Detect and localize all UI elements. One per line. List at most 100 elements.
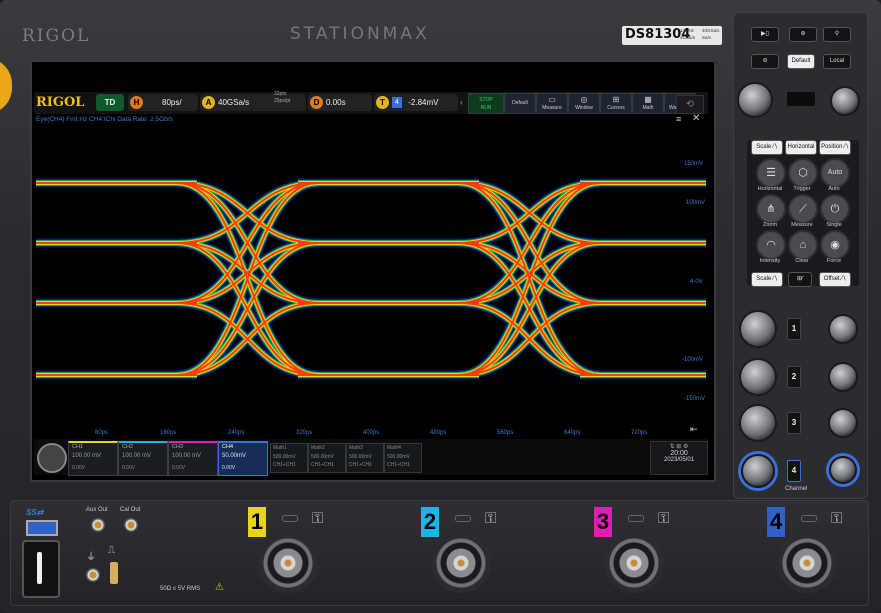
usb-port[interactable]: [26, 520, 58, 536]
channel-1-key[interactable]: 1: [787, 318, 801, 340]
ch3-offset-knob[interactable]: [828, 408, 858, 438]
channel-2-input[interactable]: [431, 533, 491, 593]
touch-icon[interactable]: ⊛: [789, 27, 817, 42]
rotate-icon[interactable]: ⟲: [676, 95, 704, 114]
save-icon[interactable]: ⊘: [751, 54, 779, 69]
measure-button[interactable]: ▭ Measure: [536, 93, 568, 114]
probe-interface-3: [628, 515, 644, 522]
ruler-icon: ▭: [548, 95, 556, 104]
power-button[interactable]: [22, 540, 60, 598]
horizontal-box[interactable]: H 80ps/: [128, 94, 198, 111]
gear-icon[interactable]: [37, 443, 67, 473]
horizontal-icon[interactable]: ☰: [756, 158, 786, 188]
position-key[interactable]: Position ⁄∖: [819, 140, 851, 155]
ch1-scale-knob[interactable]: [739, 310, 777, 348]
math1-box[interactable]: Math1 500.00mV CH1+CH1: [270, 443, 308, 473]
x-tick-4: 320ps: [296, 430, 313, 436]
ch2-offset-knob[interactable]: [828, 362, 858, 392]
cal-out-connector[interactable]: [124, 518, 138, 532]
ch2-scale-knob[interactable]: [739, 358, 777, 396]
x-tick-2: 160ps: [160, 430, 177, 436]
warning-icon: ⚠: [215, 582, 224, 593]
clear-icon[interactable]: ⌂: [788, 230, 818, 260]
clock-date: 2023/05/01: [663, 457, 695, 463]
force-label: Force: [826, 258, 842, 264]
ch2-box[interactable]: CH2 100.00 mV 0.00V: [118, 441, 168, 476]
trigger-channel: 4: [392, 97, 402, 108]
trigger-level: -2.84mV: [408, 98, 439, 107]
vertical-scale-key[interactable]: Scale ⁄∖: [751, 272, 783, 287]
channel-3-input[interactable]: [604, 533, 664, 593]
ch1-offset-knob[interactable]: [828, 314, 858, 344]
x-tick-7: 560ps: [497, 430, 514, 436]
acquire-box[interactable]: A 40GSa/s 32pts 25ps/pt: [200, 91, 306, 111]
local-key[interactable]: Local: [823, 54, 851, 69]
cursor-icon: ⊞: [612, 95, 620, 104]
user-icon[interactable]: ⚲: [823, 27, 851, 42]
collapse-icon[interactable]: ⇤: [690, 424, 698, 435]
aux-out-label: Aux Out: [86, 507, 108, 513]
t-badge: T: [376, 96, 389, 109]
status-line: Eye(CH4) Fmt:Hz CH4:IChi Data Rate: 2.5G…: [36, 116, 173, 123]
horizontal-key[interactable]: Horizontal: [785, 140, 817, 155]
multipurpose-knob-right[interactable]: [830, 86, 860, 116]
single-icon[interactable]: ⏻: [820, 194, 850, 224]
close-icon[interactable]: ✕: [692, 113, 700, 124]
channel-4-input[interactable]: [777, 533, 837, 593]
horizontal-scale-key[interactable]: Scale ⁄∖: [751, 140, 783, 155]
mode-button[interactable]: TD: [96, 94, 124, 111]
trigger-icon[interactable]: ⬡: [788, 158, 818, 188]
channel-4-key[interactable]: 4: [787, 460, 801, 482]
multichannel-icon[interactable]: ⊞⁄: [788, 272, 812, 287]
multipurpose-knob-left[interactable]: [737, 82, 773, 118]
scale-label-4: -100mV: [682, 357, 704, 363]
ch4-offset-knob[interactable]: [829, 456, 857, 484]
cal-out-label: Cal Out: [120, 507, 141, 513]
offset-key[interactable]: Offset ⁄∖: [819, 272, 851, 287]
usb-lan-icon: ⇅ ⊞ ⚙: [669, 444, 689, 450]
channel-2-key[interactable]: 2: [787, 366, 801, 388]
math2-box[interactable]: Math2 500.00mV CH1+CH1: [308, 443, 346, 473]
ch1-box[interactable]: CH1 100.00 mV 0.00V: [68, 441, 118, 476]
default-key[interactable]: Default: [787, 54, 815, 69]
rating-label: 50Ω ≤ 5V RMS: [160, 586, 201, 592]
channel-3-key[interactable]: 3: [787, 412, 801, 434]
window-button[interactable]: ◎ Window: [568, 93, 600, 114]
cursors-button[interactable]: ⊞ Cursors: [600, 93, 632, 114]
math-button[interactable]: ▦ Math: [632, 93, 664, 114]
ch4-scale-knob[interactable]: [741, 454, 775, 488]
probe-comp-terminal[interactable]: [110, 562, 118, 584]
eye-diagram-plot: [36, 125, 706, 429]
top-status-bar: RIGOL TD H 80ps/ A 40GSa/s 32pts 25ps/pt D0…: [34, 91, 708, 114]
plot-background: [36, 125, 706, 429]
intensity-icon[interactable]: ◠: [756, 230, 786, 260]
power-run-button[interactable]: ▶▯: [751, 27, 779, 42]
zoom-icon[interactable]: ⋔: [756, 194, 786, 224]
channel-bar: CH1 100.00 mV 0.00V CH2 100.00 mV 0.00V CH3 1…: [34, 439, 708, 476]
measure-icon[interactable]: ⟋: [788, 194, 818, 224]
aux-out-connector[interactable]: [91, 518, 105, 532]
auto-icon[interactable]: Auto: [820, 158, 850, 188]
channel-1-input[interactable]: [258, 533, 318, 593]
force-icon[interactable]: ◉: [820, 230, 850, 260]
math3-box[interactable]: Math3 500.00mV CH1+CH1: [346, 443, 384, 473]
input-3-label: 3: [594, 507, 612, 537]
h-badge: H: [130, 96, 143, 109]
scale-label-3: 4-0V: [690, 279, 703, 285]
run-stop-button[interactable]: STOP RUN: [468, 93, 504, 114]
trigger-box[interactable]: T4 -2.84mV: [374, 94, 458, 111]
delay-box[interactable]: D 0.00s: [308, 94, 372, 111]
default-button[interactable]: Default: [504, 93, 536, 114]
clock-box[interactable]: ⇅ ⊞ ⚙ 20:00 2023/05/01: [650, 441, 708, 475]
ground-terminal[interactable]: [86, 568, 100, 582]
ch4-box[interactable]: CH4 50.00mV 0.00V: [218, 441, 268, 476]
ch3-scale-knob[interactable]: [739, 404, 777, 442]
chevron-left-icon[interactable]: ‹: [460, 94, 466, 111]
probe-interface-2: [455, 515, 471, 522]
input-4-label: 4: [767, 507, 785, 537]
menu-icon[interactable]: ≡: [676, 114, 681, 124]
ch3-box[interactable]: CH3 100.00 mV 0.00V: [168, 441, 218, 476]
d-badge: D: [310, 96, 323, 109]
math4-box[interactable]: Math4 500.00mV CH1+CH1: [384, 443, 422, 473]
brand-logo: RIGOL: [22, 26, 91, 46]
